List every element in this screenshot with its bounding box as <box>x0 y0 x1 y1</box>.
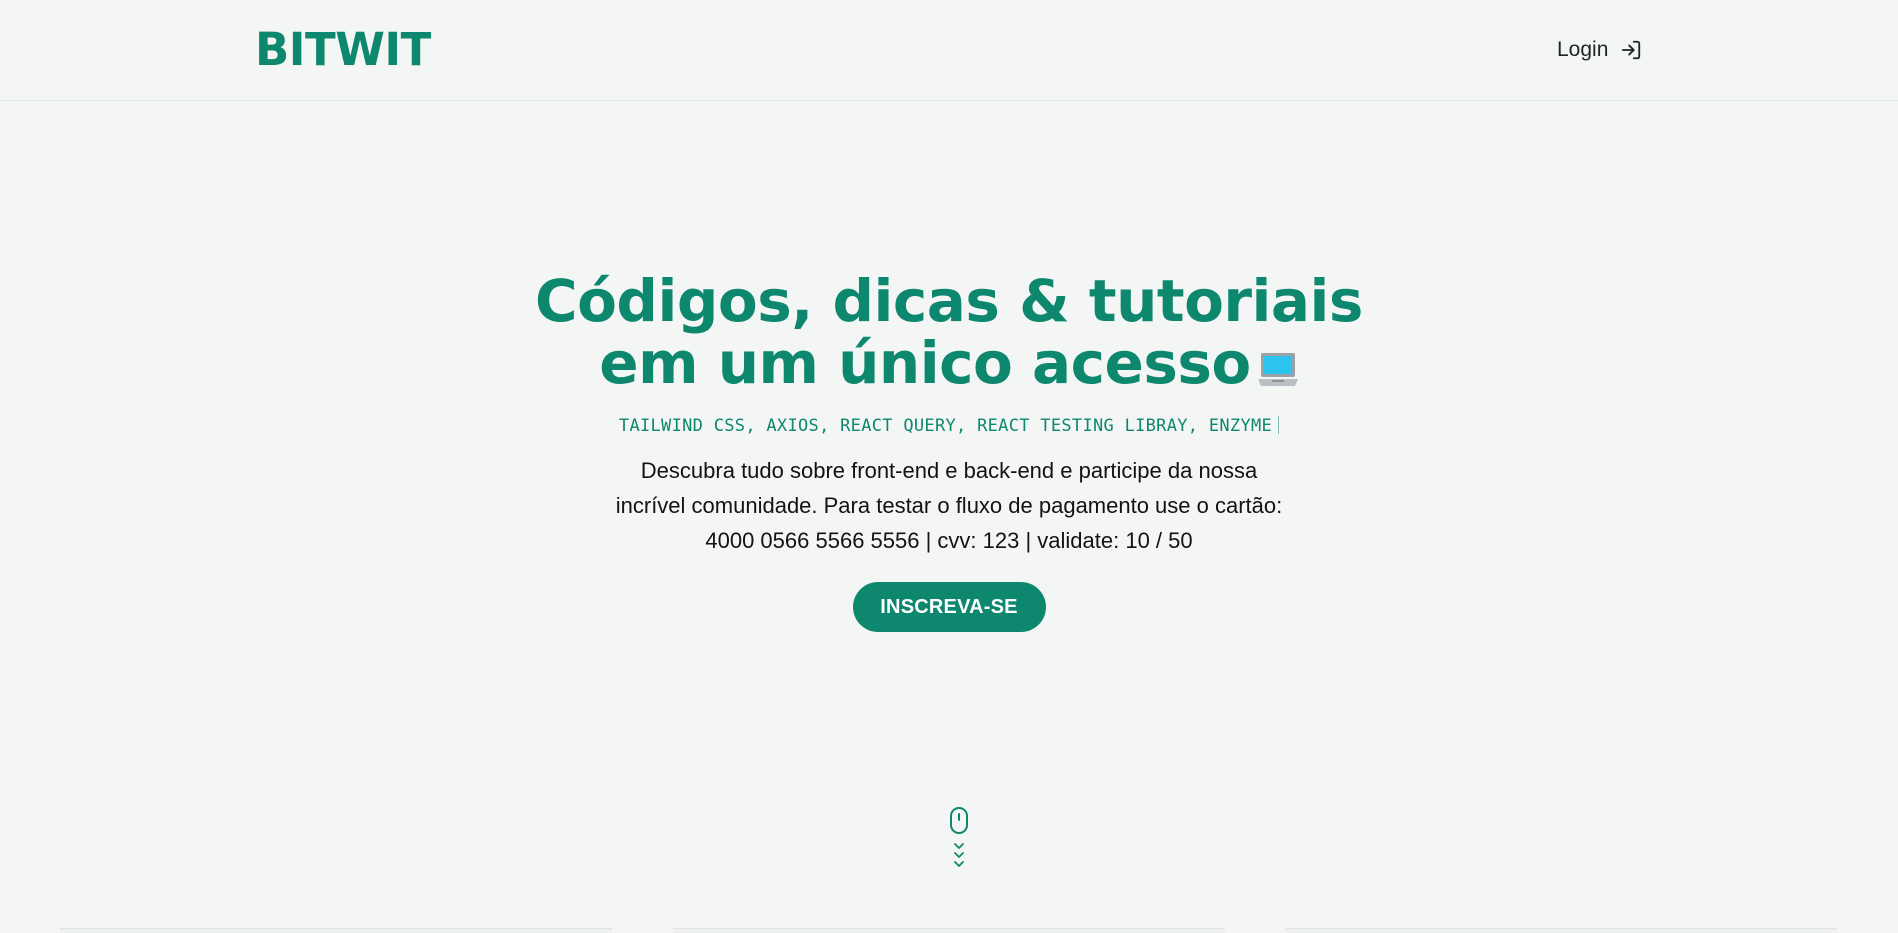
course-card-edge <box>673 928 1225 933</box>
hero-title-text: Códigos, dicas & tutoriais em um único a… <box>535 267 1363 397</box>
hero-description: Descubra tudo sobre front-end e back-end… <box>599 453 1299 558</box>
hero-section: Códigos, dicas & tutoriais em um único a… <box>0 270 1898 632</box>
course-card-edge <box>1285 928 1837 933</box>
chevrons-down-icon <box>954 843 964 867</box>
sign-in-icon <box>1622 40 1641 60</box>
typing-text: TAILWIND CSS, AXIOS, REACT QUERY, REACT … <box>618 416 1273 436</box>
description-line: Descubra tudo sobre front-end e back-end… <box>640 458 1258 483</box>
laptop-emoji-icon <box>1257 338 1299 400</box>
subscribe-button[interactable]: INSCREVA-SE <box>852 582 1046 632</box>
description-line: 4000 0566 5566 5556 | cvv: 123 | validat… <box>705 528 1193 553</box>
hero-title: Códigos, dicas & tutoriais em um único a… <box>499 270 1399 400</box>
brand-logo[interactable]: BITWIT <box>255 22 431 78</box>
top-header: BITWIT Login <box>0 0 1898 101</box>
description-line: incrível comunidade. Para testar o fluxo… <box>615 493 1283 518</box>
login-button[interactable]: Login <box>1557 34 1642 66</box>
scroll-indicator[interactable] <box>948 806 970 878</box>
course-card-edge <box>60 928 612 933</box>
typing-tech-list: TAILWIND CSS, AXIOS, REACT QUERY, REACT … <box>0 413 1898 439</box>
login-label: Login <box>1557 38 1609 61</box>
mouse-scroll-icon <box>950 807 968 834</box>
typing-cursor <box>1278 416 1280 434</box>
